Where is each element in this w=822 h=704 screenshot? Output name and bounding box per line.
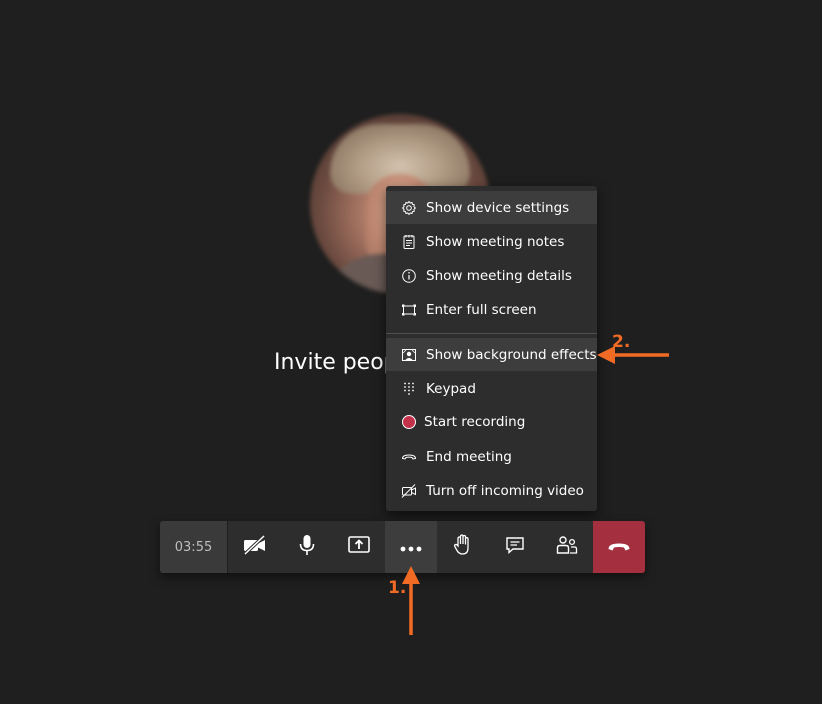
more-actions-menu: Show device settings Show meeting notes … <box>386 186 597 511</box>
people-icon <box>555 534 579 560</box>
menu-item-label: End meeting <box>426 448 512 465</box>
record-icon <box>400 413 418 431</box>
annotation-step-2: 2. <box>612 332 631 352</box>
menu-item-label: Turn off incoming video <box>426 482 584 499</box>
menu-item-label: Show device settings <box>426 199 570 216</box>
menu-item-end-meeting[interactable]: End meeting <box>386 440 597 473</box>
menu-item-enter-full-screen[interactable]: Enter full screen <box>386 293 597 326</box>
chat-button[interactable] <box>489 521 541 573</box>
end-call-icon <box>400 448 418 466</box>
menu-item-turn-off-incoming-video[interactable]: Turn off incoming video <box>386 474 597 507</box>
notes-icon <box>400 233 418 251</box>
menu-item-keypad[interactable]: Keypad <box>386 372 597 405</box>
menu-item-show-meeting-details[interactable]: Show meeting details <box>386 259 597 292</box>
hang-up-button[interactable] <box>593 521 645 573</box>
share-screen-icon <box>347 534 371 560</box>
hand-icon <box>452 533 474 561</box>
microphone-button[interactable] <box>281 521 333 573</box>
raise-hand-button[interactable] <box>437 521 489 573</box>
menu-item-show-device-settings[interactable]: Show device settings <box>386 191 597 224</box>
menu-item-show-background-effects[interactable]: Show background effects <box>386 338 597 371</box>
call-timer: 03:55 <box>160 521 228 573</box>
menu-item-show-meeting-notes[interactable]: Show meeting notes <box>386 225 597 258</box>
share-screen-button[interactable] <box>333 521 385 573</box>
camera-off-icon <box>242 534 268 560</box>
invite-people-text: Invite peop <box>274 350 398 375</box>
menu-divider <box>386 333 597 334</box>
menu-item-start-recording[interactable]: Start recording <box>386 405 597 438</box>
camera-toggle-button[interactable] <box>229 521 281 573</box>
more-actions-button[interactable] <box>385 521 437 573</box>
call-controls-toolbar: 03:55 <box>160 521 645 573</box>
menu-item-label: Show meeting details <box>426 267 572 284</box>
call-stage: Invite peop Show device settings Show me… <box>0 0 822 704</box>
more-icon <box>399 538 423 557</box>
background-effects-icon <box>400 346 418 364</box>
hangup-icon <box>607 538 631 557</box>
fullscreen-icon <box>400 301 418 319</box>
participants-button[interactable] <box>541 521 593 573</box>
gear-icon <box>400 199 418 217</box>
chat-icon <box>504 534 526 560</box>
menu-item-label: Start recording <box>424 413 526 430</box>
annotation-step-1: 1. <box>388 578 407 598</box>
microphone-icon <box>296 533 318 561</box>
menu-item-label: Show meeting notes <box>426 233 565 250</box>
info-icon <box>400 267 418 285</box>
keypad-icon <box>400 380 418 398</box>
menu-item-label: Keypad <box>426 380 476 397</box>
menu-item-label: Enter full screen <box>426 301 537 318</box>
video-off-icon <box>400 482 418 500</box>
menu-item-label: Show background effects <box>426 346 597 363</box>
